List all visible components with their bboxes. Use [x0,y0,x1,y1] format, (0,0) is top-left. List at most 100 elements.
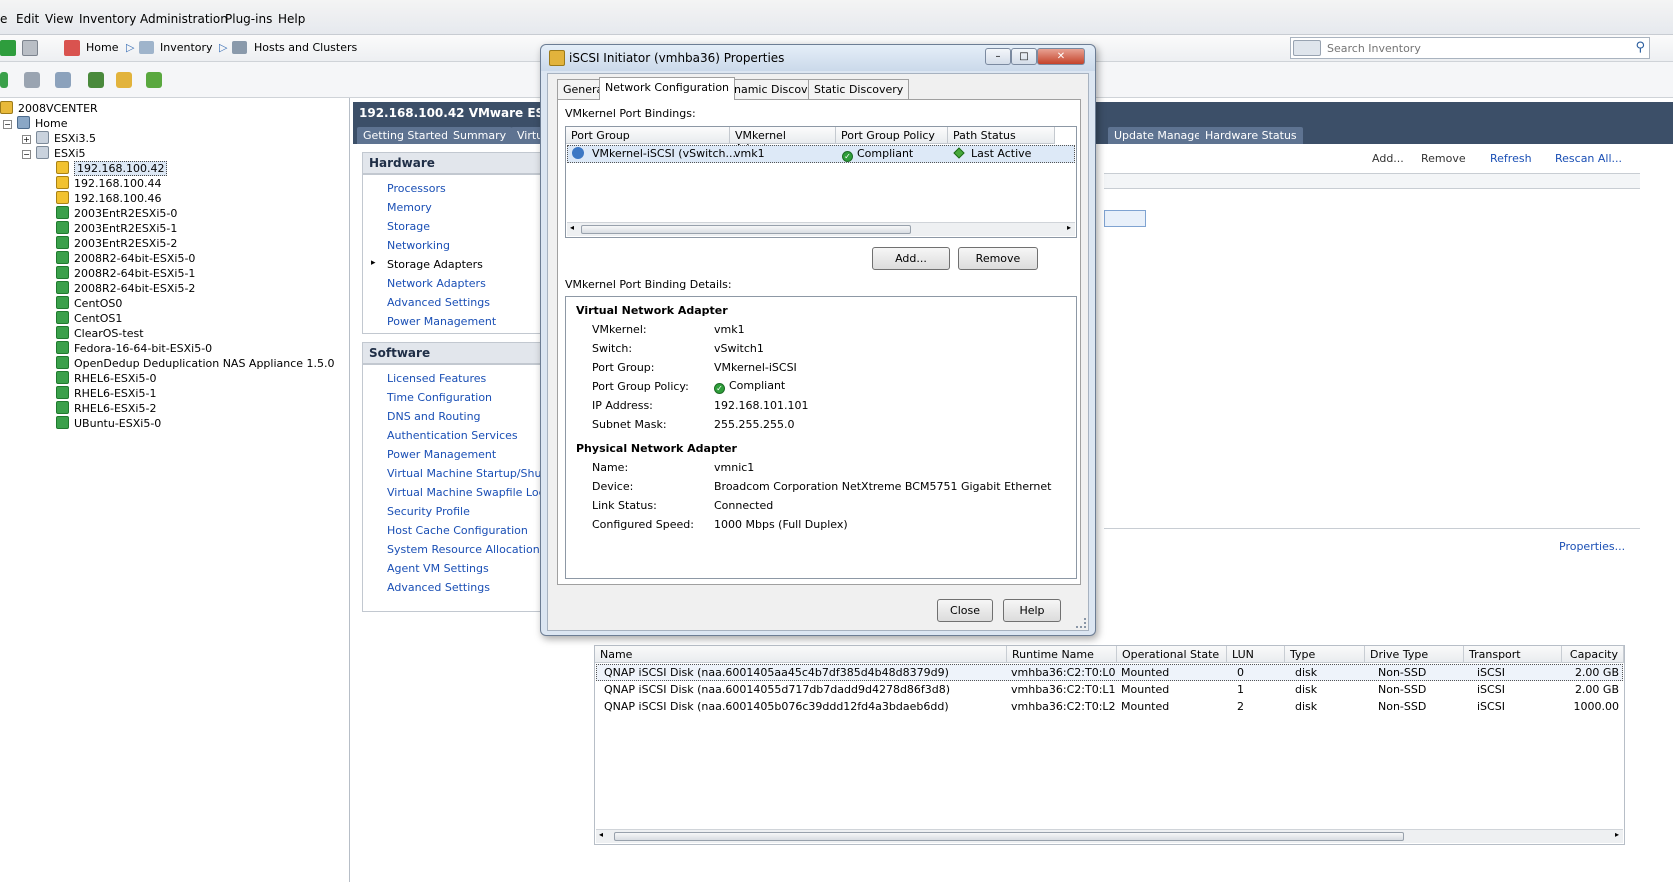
link-networking[interactable]: Networking [387,239,450,252]
add-binding-button[interactable]: Add... [872,247,950,270]
col-runtime-name[interactable]: Runtime Name [1007,646,1117,663]
tree-item-vm[interactable]: RHEL6-ESXi5-2 [56,401,156,416]
link-licensed-features[interactable]: Licensed Features [387,372,486,385]
col-name[interactable]: Name [595,646,1007,663]
menu-administration[interactable]: Administration [140,12,228,26]
tree-item-vm[interactable]: UBuntu-ESXi5-0 [56,416,161,431]
close-button[interactable]: Close [937,599,993,622]
scroll-left-icon[interactable]: ◂ [570,223,574,232]
tab-update-manager[interactable]: Update Manager [1108,127,1212,144]
maximize-button[interactable]: □ [1011,48,1037,65]
refresh-icon[interactable] [24,72,40,88]
col-capacity[interactable]: Capacity [1562,646,1624,663]
rescan-all-link[interactable]: Rescan All... [1555,152,1622,165]
devices-hscrollbar[interactable]: ◂ ▸ [596,829,1623,843]
link-storage[interactable]: Storage [387,220,430,233]
bindings-hscrollbar[interactable]: ◂ ▸ [567,222,1075,236]
scheduled-task-icon[interactable] [116,72,132,88]
link-power-management[interactable]: Power Management [387,315,496,328]
tree-item-vm[interactable]: Fedora-16-64-bit-ESXi5-0 [56,341,212,356]
tab-static-discovery[interactable]: Static Discovery [808,79,910,99]
menu-inventory[interactable]: Inventory [79,12,136,26]
tree-item-host[interactable]: 192.168.100.46 [56,191,161,206]
tree-item-esxi35[interactable]: + ESXi3.5 [22,131,96,146]
search-icon[interactable]: ⚲ [1635,40,1645,55]
link-advanced-settings[interactable]: Advanced Settings [387,296,490,309]
tree-item-vm[interactable]: 2003EntR2ESXi5-0 [56,206,177,221]
scroll-left-icon[interactable]: ◂ [599,830,603,839]
tree-item-vm[interactable]: 2003EntR2ESXi5-2 [56,236,177,251]
update-icon[interactable] [146,72,162,88]
back-icon[interactable] [0,40,16,56]
tab-summary[interactable]: Summary [447,127,513,144]
tree-item-host[interactable]: 192.168.100.42 [56,161,168,176]
tree-item-vm[interactable]: 2008R2-64bit-ESXi5-2 [56,281,195,296]
link-advanced-settings-sw[interactable]: Advanced Settings [387,581,490,594]
menu-file[interactable]: e [0,12,7,26]
cluster-icon[interactable] [55,72,71,88]
col-vmkernel-adapter[interactable]: VMkernel Adapter [730,127,836,155]
search-hosts-icon[interactable] [88,72,104,88]
breadcrumb-inventory[interactable]: Inventory [160,41,213,54]
collapse-icon[interactable]: − [22,150,31,159]
remove-adapter-link[interactable]: Remove [1421,152,1466,165]
collapse-icon[interactable]: − [3,120,12,129]
menu-help[interactable]: Help [278,12,305,26]
col-port-group-policy[interactable]: Port Group Policy [836,127,948,144]
add-adapter-link[interactable]: Add... [1372,152,1404,165]
tab-hardware-status[interactable]: Hardware Status [1199,127,1303,144]
link-power-management-sw[interactable]: Power Management [387,448,496,461]
scroll-thumb[interactable] [581,225,911,234]
scroll-right-icon[interactable]: ▸ [1615,830,1619,839]
menu-plugins[interactable]: Plug-ins [225,12,272,26]
breadcrumb-hosts-clusters[interactable]: Hosts and Clusters [254,41,357,54]
minimize-button[interactable]: – [985,48,1011,65]
refresh-link[interactable]: Refresh [1490,152,1532,165]
col-drive-type[interactable]: Drive Type [1365,646,1464,663]
breadcrumb-home[interactable]: Home [86,41,118,54]
menu-view[interactable]: View [45,12,73,26]
tree-item-vm[interactable]: 2008R2-64bit-ESXi5-0 [56,251,195,266]
expand-icon[interactable]: + [22,135,31,144]
col-lun[interactable]: LUN [1227,646,1285,663]
tree-item-esxi5[interactable]: − ESXi5 [22,146,86,161]
search-scope-dropdown[interactable] [1293,40,1321,56]
link-agent-vm-settings[interactable]: Agent VM Settings [387,562,489,575]
home-icon[interactable] [64,40,80,56]
tree-item-vm[interactable]: 2008R2-64bit-ESXi5-1 [56,266,195,281]
tree-item-vm[interactable]: OpenDedup Deduplication NAS Appliance 1.… [56,356,335,371]
col-type[interactable]: Type [1285,646,1365,663]
link-authentication-services[interactable]: Authentication Services [387,429,518,442]
menu-edit[interactable]: Edit [16,12,39,26]
dialog-titlebar[interactable]: iSCSI Initiator (vmhba36) Properties – □… [541,45,1095,71]
tree-item-vm[interactable]: RHEL6-ESXi5-1 [56,386,156,401]
link-network-adapters[interactable]: Network Adapters [387,277,486,290]
link-memory[interactable]: Memory [387,201,432,214]
tree-item-vm[interactable]: 2003EntR2ESXi5-1 [56,221,177,236]
tree-item-vm[interactable]: CentOS0 [56,296,122,311]
col-path-status[interactable]: Path Status [948,127,1055,144]
scroll-right-icon[interactable]: ▸ [1067,223,1071,232]
col-operational-state[interactable]: Operational State [1117,646,1227,663]
help-button[interactable]: Help [1003,599,1061,622]
scroll-thumb[interactable] [614,832,1404,841]
link-system-resource-allocation[interactable]: System Resource Allocation [387,543,540,556]
link-storage-adapters[interactable]: Storage Adapters [387,258,483,271]
properties-link[interactable]: Properties... [1559,540,1625,553]
search-input[interactable] [1291,38,1611,58]
tree-item-host[interactable]: 192.168.100.44 [56,176,161,191]
add-icon[interactable] [0,72,8,88]
tab-getting-started[interactable]: Getting Started [357,127,455,144]
link-dns-routing[interactable]: DNS and Routing [387,410,481,423]
link-host-cache-configuration[interactable]: Host Cache Configuration [387,524,528,537]
tree-item-vm[interactable]: ClearOS-test [56,326,144,341]
resize-grip[interactable] [1076,618,1086,628]
tree-item-vcenter[interactable]: 2008VCENTER [0,101,98,116]
remove-binding-button[interactable]: Remove [958,247,1038,270]
link-security-profile[interactable]: Security Profile [387,505,470,518]
tree-item-vm[interactable]: CentOS1 [56,311,122,326]
tree-item-home[interactable]: − Home [3,116,67,131]
adapter-row-selected[interactable] [1104,210,1146,227]
tab-network-configuration[interactable]: Network Configuration [599,77,736,100]
tree-item-vm[interactable]: RHEL6-ESXi5-0 [56,371,156,386]
